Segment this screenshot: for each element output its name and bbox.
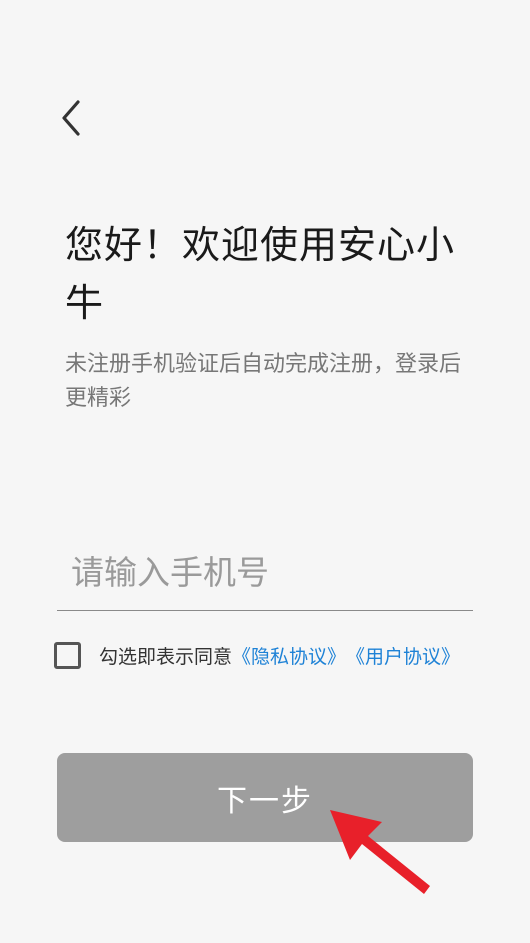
phone-field	[57, 534, 473, 611]
back-button[interactable]	[52, 96, 92, 140]
privacy-policy-link[interactable]: 《隐私协议》	[232, 642, 346, 669]
agreement-text: 勾选即表示同意	[99, 645, 233, 668]
welcome-subtitle: 未注册手机验证后自动完成注册，登录后更精彩	[65, 352, 462, 411]
chevron-left-icon	[62, 100, 80, 136]
agree-checkbox[interactable]	[54, 641, 81, 669]
user-agreement-link[interactable]: 《用户协议》	[346, 642, 460, 669]
welcome-title: 您好！欢迎使用安心小牛	[65, 223, 456, 325]
agreement-row: 勾选即表示同意 《隐私协议》 《用户协议》	[54, 637, 460, 673]
next-button-label: 下一步	[217, 783, 313, 819]
phone-input[interactable]	[71, 534, 461, 610]
next-button[interactable]: 下一步	[57, 753, 473, 842]
